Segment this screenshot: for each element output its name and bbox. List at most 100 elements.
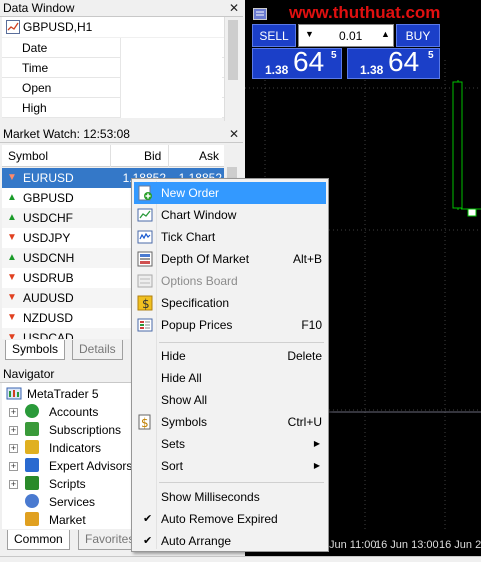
indicators-icon bbox=[25, 440, 39, 454]
symbol-name: USDCHF bbox=[23, 211, 73, 225]
expand-icon[interactable]: + bbox=[9, 480, 18, 489]
checkmark-icon: ✔ bbox=[143, 535, 153, 547]
menu-item-show-milliseconds[interactable]: Show Milliseconds bbox=[134, 486, 326, 508]
chevron-down-icon[interactable]: ▼ bbox=[305, 29, 314, 39]
symbol-name: AUDUSD bbox=[23, 291, 74, 305]
navigator-item-label: Indicators bbox=[49, 441, 102, 455]
arrow-down-icon: ▼ bbox=[7, 172, 17, 183]
column-header-symbol[interactable]: Symbol bbox=[8, 145, 48, 167]
candle-body bbox=[452, 81, 463, 209]
lot-stepper[interactable]: ▼ 0.01 ▲ bbox=[298, 24, 394, 47]
symbol-name: USDJPY bbox=[23, 231, 71, 245]
time-label: 16 Jun 13:00 bbox=[375, 539, 439, 551]
close-icon[interactable]: ✕ bbox=[229, 126, 239, 142]
arrow-down-icon: ▼ bbox=[7, 232, 17, 243]
symbol-name: NZDUSD bbox=[23, 311, 73, 325]
column-header-ask[interactable]: Ask bbox=[199, 145, 219, 167]
menu-separator bbox=[159, 482, 324, 483]
data-row-date: Date bbox=[2, 38, 240, 58]
chart-menu-icon[interactable] bbox=[253, 8, 267, 20]
chart-window-icon bbox=[137, 208, 153, 222]
menu-item-depth-of-market[interactable]: Depth Of Market Alt+B bbox=[134, 248, 326, 270]
buy-button[interactable]: BUY bbox=[396, 24, 440, 47]
chevron-right-icon: ▶ bbox=[313, 461, 320, 470]
symbol-name: GBPUSD bbox=[23, 191, 74, 205]
sell-button[interactable]: SELL bbox=[252, 24, 296, 47]
time-label: 16 Jun 20 bbox=[439, 539, 481, 551]
data-row-high: High bbox=[2, 98, 240, 118]
specification-icon: $ bbox=[137, 295, 153, 311]
symbol-name: USDCNH bbox=[23, 251, 75, 265]
tab-symbols[interactable]: Symbols bbox=[5, 340, 66, 360]
menu-item-auto-arrange[interactable]: ✔ Auto Arrange bbox=[134, 530, 326, 552]
candle-body-small bbox=[467, 208, 477, 217]
menu-item-new-order[interactable]: New Order bbox=[134, 182, 326, 204]
symbol-name: EURUSD bbox=[23, 171, 74, 185]
tab-details[interactable]: Details bbox=[72, 340, 123, 360]
svg-text:$: $ bbox=[141, 416, 149, 430]
arrow-up-icon: ▲ bbox=[7, 212, 17, 223]
data-window-symbol-row: GBPUSD,H1 bbox=[2, 17, 240, 37]
data-window-panel: Data Window ✕ GBPUSD,H1 Date Time Open H… bbox=[0, 0, 243, 124]
options-board-icon bbox=[137, 274, 153, 288]
arrow-down-icon: ▼ bbox=[7, 312, 17, 323]
menu-item-hide-all[interactable]: Hide All bbox=[134, 367, 326, 389]
data-window-title: Data Window ✕ bbox=[0, 0, 243, 17]
chart-watermark: www.thuthuat.com bbox=[289, 3, 441, 22]
expand-icon[interactable]: + bbox=[9, 444, 18, 453]
menu-item-auto-remove-expired[interactable]: ✔ Auto Remove Expired bbox=[134, 508, 326, 530]
navigator-item-label: Subscriptions bbox=[49, 423, 122, 437]
metatrader-icon bbox=[6, 387, 22, 400]
menu-item-popup-prices[interactable]: Popup Prices F10 bbox=[134, 314, 326, 336]
menu-item-chart-window[interactable]: Chart Window bbox=[134, 204, 326, 226]
expand-icon[interactable]: + bbox=[9, 408, 18, 417]
menu-item-hide[interactable]: Hide Delete bbox=[134, 345, 326, 367]
lot-value[interactable]: 0.01 bbox=[339, 29, 362, 43]
navigator-item-label: Scripts bbox=[49, 477, 86, 491]
chevron-right-icon: ▶ bbox=[313, 439, 320, 448]
menu-item-sets[interactable]: Sets ▶ bbox=[134, 433, 326, 455]
arrow-down-icon: ▼ bbox=[7, 332, 17, 339]
arrow-up-icon: ▲ bbox=[7, 192, 17, 203]
navigator-item-label: Market bbox=[49, 513, 86, 527]
sell-price[interactable]: 1.38 64 5 bbox=[252, 46, 342, 79]
market-watch-title: Market Watch: 12:53:08 ✕ bbox=[0, 126, 243, 143]
symbol-name: USDCAD bbox=[23, 331, 74, 339]
accounts-icon bbox=[25, 404, 39, 418]
tab-common[interactable]: Common bbox=[7, 530, 70, 550]
arrow-down-icon: ▼ bbox=[7, 272, 17, 283]
buy-price[interactable]: 1.38 64 5 bbox=[347, 46, 440, 79]
menu-item-symbols[interactable]: $ Symbols Ctrl+U bbox=[134, 411, 326, 433]
subscriptions-icon bbox=[25, 422, 39, 436]
market-watch-header: Symbol Bid Ask bbox=[2, 145, 224, 167]
status-bar bbox=[0, 556, 481, 562]
navigator-item-label: Accounts bbox=[49, 405, 99, 419]
menu-item-options-board[interactable]: Options Board bbox=[134, 270, 326, 292]
depth-of-market-icon bbox=[137, 251, 153, 267]
expand-icon[interactable]: + bbox=[9, 462, 18, 471]
new-order-icon bbox=[138, 185, 152, 201]
expand-icon[interactable]: + bbox=[9, 426, 18, 435]
data-row-open: Open bbox=[2, 78, 240, 98]
navigator-item-label: Services bbox=[49, 495, 96, 509]
services-icon bbox=[25, 494, 39, 508]
popup-prices-icon bbox=[137, 318, 153, 332]
checkmark-icon: ✔ bbox=[143, 513, 153, 525]
svg-text:$: $ bbox=[142, 297, 150, 311]
menu-item-tick-chart[interactable]: Tick Chart bbox=[134, 226, 326, 248]
chevron-up-icon[interactable]: ▲ bbox=[381, 29, 390, 39]
scrollbar[interactable] bbox=[224, 17, 241, 121]
arrow-down-icon: ▼ bbox=[7, 292, 17, 303]
context-menu: New Order Chart Window Tick Chart Depth … bbox=[131, 178, 329, 552]
menu-item-show-all[interactable]: Show All bbox=[134, 389, 326, 411]
menu-item-specification[interactable]: $ Specification bbox=[134, 292, 326, 314]
column-header-bid[interactable]: Bid bbox=[144, 145, 161, 167]
menu-item-sort[interactable]: Sort ▶ bbox=[134, 455, 326, 477]
chart-icon bbox=[6, 20, 20, 34]
data-row-time: Time bbox=[2, 58, 240, 78]
menu-separator bbox=[159, 342, 324, 343]
symbol-name: USDRUB bbox=[23, 271, 74, 285]
tick-chart-icon bbox=[137, 230, 153, 244]
market-icon bbox=[25, 512, 39, 526]
close-icon[interactable]: ✕ bbox=[229, 0, 239, 16]
